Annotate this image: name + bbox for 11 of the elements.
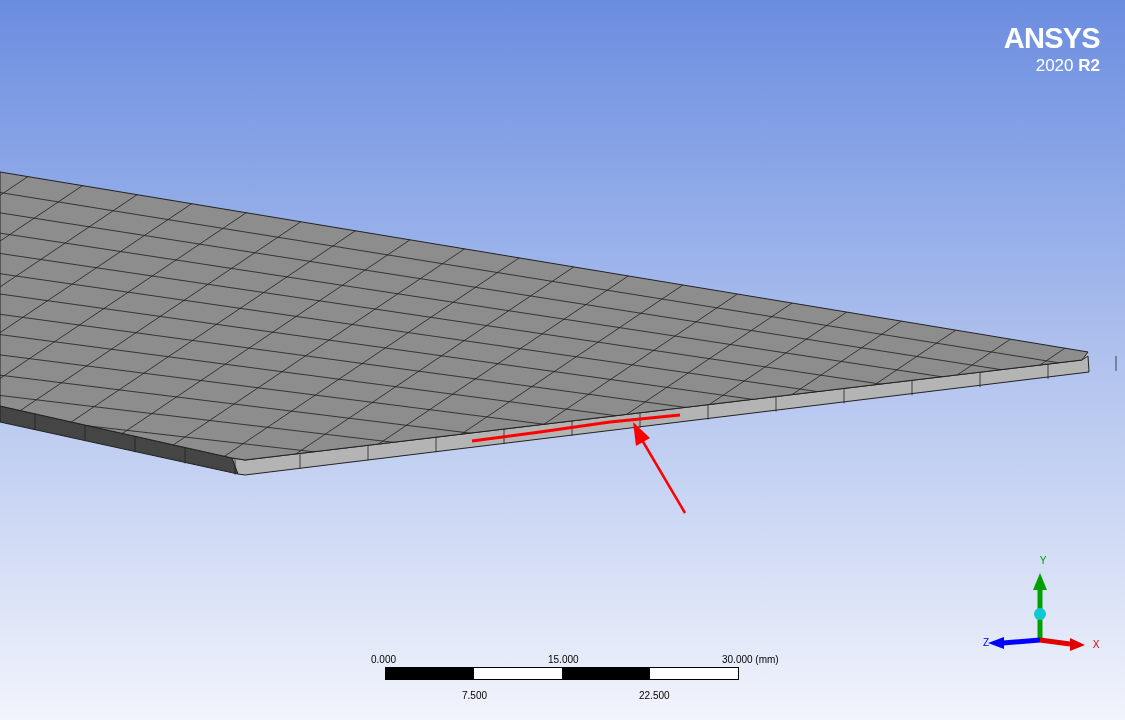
- scale-label: 0.000: [371, 653, 397, 667]
- logo-text: ANSYS: [1003, 24, 1100, 53]
- scale-label: 7.500: [462, 689, 488, 703]
- axis-label: X: [1092, 639, 1100, 650]
- scale-label: 22.500: [639, 689, 670, 703]
- axis-label: Z: [982, 637, 990, 648]
- origin-sphere-icon: [1034, 608, 1046, 620]
- version-text: 2020 R2: [1035, 57, 1100, 74]
- scale-label: 15.000: [548, 653, 579, 667]
- axis-label: Y: [1039, 555, 1047, 566]
- scale-label: 30.000 (mm): [722, 653, 779, 667]
